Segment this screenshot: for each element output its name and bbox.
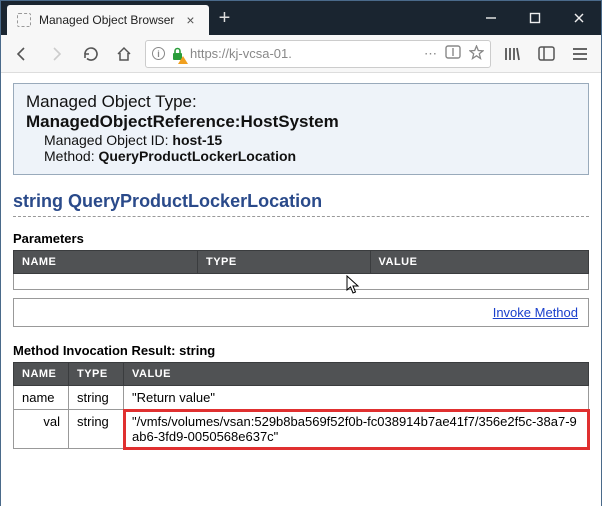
window-titlebar: Managed Object Browser × + <box>1 1 601 35</box>
result-cell-name: val <box>14 410 69 449</box>
params-header-type: TYPE <box>198 251 371 274</box>
tab-close-button[interactable]: × <box>182 12 198 28</box>
back-button[interactable] <box>9 41 35 67</box>
method-name: QueryProductLockerLocation <box>68 191 322 211</box>
home-button[interactable] <box>111 41 137 67</box>
invoke-link-container: Invoke Method <box>13 298 589 327</box>
browser-tab[interactable]: Managed Object Browser × <box>7 5 209 35</box>
result-cell-value-highlighted: "/vmfs/volumes/vsan:529b8ba569f52f0b-fc0… <box>124 410 589 449</box>
page-action-icon[interactable]: ⋯ <box>424 46 437 62</box>
object-method-value: QueryProductLockerLocation <box>98 148 296 164</box>
params-header-name: NAME <box>14 251 198 274</box>
result-cell-type: string <box>69 386 124 410</box>
object-id-value: host-15 <box>172 132 222 148</box>
object-method-label: Method: <box>44 148 95 164</box>
sidebar-icon[interactable] <box>533 41 559 67</box>
table-row: val string "/vmfs/volumes/vsan:529b8ba56… <box>14 410 589 449</box>
window-close-button[interactable] <box>557 1 601 35</box>
parameters-table: NAME TYPE VALUE <box>13 250 589 290</box>
bookmark-star-icon[interactable] <box>469 45 484 63</box>
object-info-box: Managed Object Type: ManagedObjectRefere… <box>13 83 589 175</box>
params-header-value: VALUE <box>370 251 589 274</box>
tab-title: Managed Object Browser <box>39 13 174 27</box>
separator-dashed <box>13 216 589 217</box>
result-header-name: NAME <box>14 363 69 386</box>
result-title: Method Invocation Result: string <box>13 343 589 358</box>
invoke-method-link[interactable]: Invoke Method <box>493 305 578 320</box>
result-header-type: TYPE <box>69 363 124 386</box>
browser-toolbar: i https://kj-vcsa-01. ⋯ <box>1 35 601 73</box>
page-content: Managed Object Type: ManagedObjectRefere… <box>1 73 601 507</box>
window-minimize-button[interactable] <box>469 1 513 35</box>
info-icon[interactable]: i <box>152 47 165 60</box>
lock-warning-icon[interactable] <box>171 47 184 61</box>
library-icon[interactable] <box>499 41 525 67</box>
method-heading: string QueryProductLockerLocation <box>13 191 589 212</box>
result-cell-type: string <box>69 410 124 449</box>
url-bar[interactable]: i https://kj-vcsa-01. ⋯ <box>145 40 491 68</box>
result-header-value: VALUE <box>124 363 589 386</box>
result-cell-name: name <box>14 386 69 410</box>
params-empty-row <box>14 274 589 290</box>
tab-favicon <box>17 13 31 27</box>
url-text: https://kj-vcsa-01. <box>190 46 418 61</box>
reader-icon[interactable] <box>445 45 461 62</box>
object-id-label: Managed Object ID: <box>44 132 169 148</box>
window-maximize-button[interactable] <box>513 1 557 35</box>
menu-icon[interactable] <box>567 41 593 67</box>
forward-button <box>43 41 69 67</box>
result-table: NAME TYPE VALUE name string "Return valu… <box>13 362 589 449</box>
reload-button[interactable] <box>77 41 103 67</box>
parameters-title: Parameters <box>13 231 589 246</box>
object-type-label: Managed Object Type: <box>26 92 576 112</box>
window-controls <box>469 1 601 35</box>
object-type-value: ManagedObjectReference:HostSystem <box>26 112 576 132</box>
new-tab-button[interactable]: + <box>209 1 241 35</box>
method-return-type: string <box>13 191 63 211</box>
table-row: name string "Return value" <box>14 386 589 410</box>
result-cell-value: "Return value" <box>124 386 589 410</box>
